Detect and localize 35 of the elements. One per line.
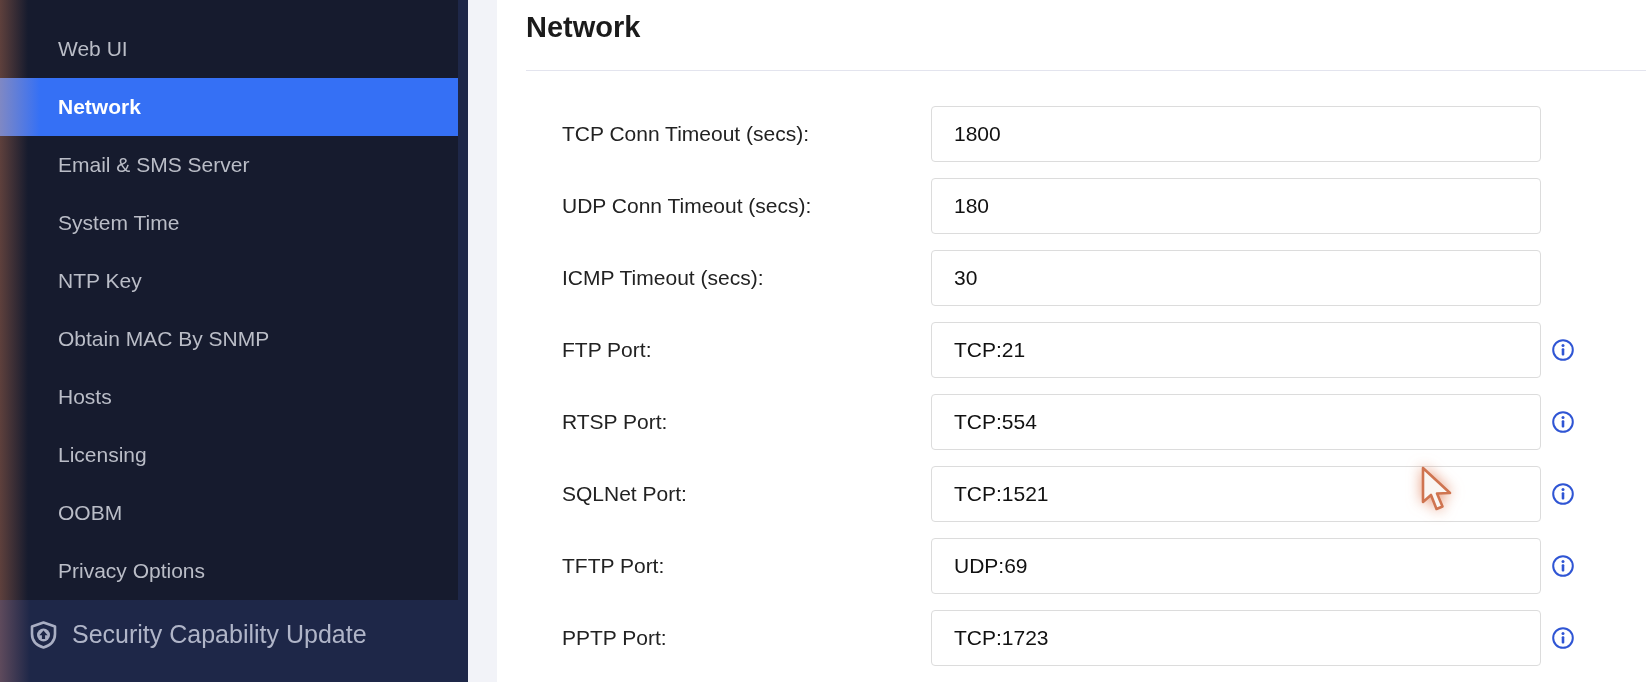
input-field[interactable]: 30	[931, 250, 1541, 306]
info-icon[interactable]	[1552, 555, 1574, 577]
info-icon[interactable]	[1552, 483, 1574, 505]
sidebar-section[interactable]: Security Capability Update	[0, 600, 468, 670]
field-label: SQLNet Port:	[562, 482, 687, 506]
input-field[interactable]: 180	[931, 178, 1541, 234]
info-icon[interactable]	[1552, 411, 1574, 433]
input-field[interactable]: TCP:554	[931, 394, 1541, 450]
field-label: ICMP Timeout (secs):	[562, 266, 764, 290]
field-label: RTSP Port:	[562, 410, 668, 434]
sidebar-item[interactable]: OOBM	[0, 484, 458, 542]
sidebar-item[interactable]: Licensing	[0, 426, 458, 484]
field-label: PPTP Port:	[562, 626, 667, 650]
sidebar-item[interactable]: Email & SMS Server	[0, 136, 458, 194]
page-title: Network	[526, 10, 641, 44]
sidebar-item[interactable]: Network	[0, 78, 458, 136]
mouse-pointer-icon	[1420, 465, 1454, 513]
sidebar-item[interactable]: Privacy Options	[0, 542, 458, 600]
shield-arrow-icon	[30, 621, 57, 649]
input-field[interactable]: 1800	[931, 106, 1541, 162]
field-label: UDP Conn Timeout (secs):	[562, 194, 812, 218]
field-label: TCP Conn Timeout (secs):	[562, 122, 810, 146]
sidebar-item[interactable]: System Time	[0, 194, 458, 252]
input-field[interactable]: UDP:69	[931, 538, 1541, 594]
field-label: TFTP Port:	[562, 554, 665, 578]
sidebar-item[interactable]: NTP Key	[0, 252, 458, 310]
input-field[interactable]: TCP:1723	[931, 610, 1541, 666]
field-label: FTP Port:	[562, 338, 652, 362]
sidebar-item[interactable]: Hosts	[0, 368, 458, 426]
input-field[interactable]: TCP:1521	[931, 466, 1541, 522]
info-icon[interactable]	[1552, 627, 1574, 649]
sidebar-item[interactable]: Web UI	[0, 20, 458, 78]
sidebar-item[interactable]: Obtain MAC By SNMP	[0, 310, 458, 368]
input-field[interactable]: TCP:21	[931, 322, 1541, 378]
info-icon[interactable]	[1552, 339, 1574, 361]
